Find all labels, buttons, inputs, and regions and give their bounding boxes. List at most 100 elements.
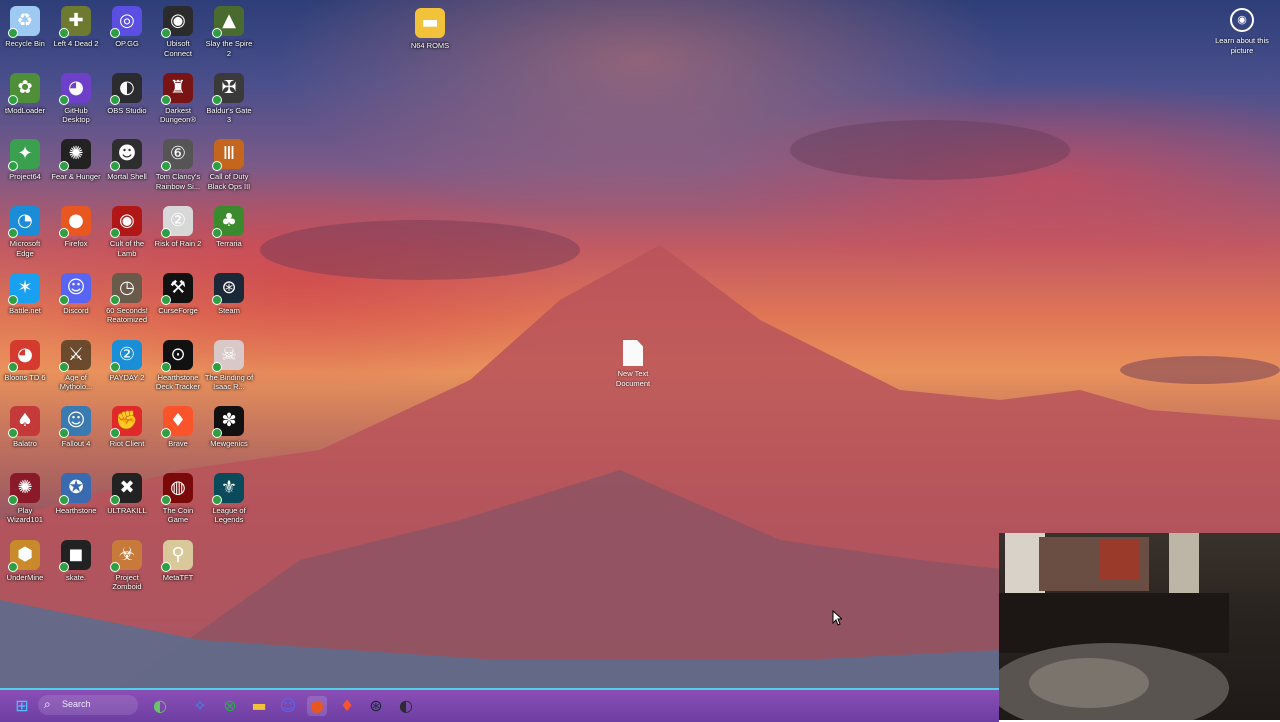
desktop-icon[interactable]: ✪ Hearthstone xyxy=(51,472,101,516)
desktop-icon[interactable]: ◐ OBS Studio xyxy=(102,72,152,116)
sync-status-icon xyxy=(110,561,120,572)
firefox-taskbar-button[interactable]: ● xyxy=(307,696,327,716)
steam-taskbar-button[interactable]: ⊛ xyxy=(366,696,386,716)
desktop-icon[interactable]: ● Firefox xyxy=(51,206,101,249)
desktop-icon[interactable]: ♜ Darkest Dungeon® xyxy=(153,72,203,125)
sync-status-icon xyxy=(110,428,120,439)
desktop-icon[interactable]: ✖ ULTRAKILL xyxy=(102,472,152,516)
discord-icon: ☺ xyxy=(279,696,297,715)
discord-taskbar-button[interactable]: ☺ xyxy=(278,696,298,716)
sync-status-icon xyxy=(8,228,18,239)
desktop-icon[interactable]: ⚲ MetaTFT xyxy=(153,539,203,583)
desktop-icon-label: Tom Clancy's Rainbow Si... xyxy=(155,172,201,191)
rainbow-six-icon: ⑥ xyxy=(161,139,193,172)
desktop-icon[interactable]: ⚒ CurseForge xyxy=(153,272,203,316)
sync-status-icon xyxy=(161,161,171,172)
desktop-icon[interactable]: ⬢ UnderMine xyxy=(0,539,50,583)
desktop-icon[interactable]: ✶ Battle.net xyxy=(0,272,50,316)
sync-status-icon xyxy=(212,28,222,38)
desktop-icon[interactable]: ☺ Discord xyxy=(51,272,101,316)
mouse-cursor-icon xyxy=(832,610,842,626)
desktop-icon[interactable]: ⊛ Steam xyxy=(204,272,254,316)
sync-status-icon xyxy=(212,94,222,105)
edge-icon: ◔ xyxy=(8,206,40,239)
text-document-icon xyxy=(623,340,643,366)
desktop-icon[interactable]: ✚ Left 4 Dead 2 xyxy=(51,6,101,49)
desktop-icon[interactable]: ② Risk of Rain 2 xyxy=(153,206,203,249)
undermine-icon: ⬢ xyxy=(8,539,40,572)
payday-icon: ② xyxy=(110,339,142,372)
desktop-icon[interactable]: ◉ Cult of the Lamb xyxy=(102,206,152,258)
desktop-icon[interactable]: ☺ Fallout 4 xyxy=(51,406,101,449)
desktop-icon-label: Project Zomboid xyxy=(112,572,142,592)
desktop-icon-label: Firefox xyxy=(64,239,88,249)
desktop-icon-label: Recycle Bin xyxy=(5,39,45,48)
desktop-icon-label: Slay the Spire 2 xyxy=(205,39,253,58)
brave-taskbar-button[interactable]: ♦ xyxy=(337,696,357,716)
desktop-icon[interactable]: ✿ tModLoader xyxy=(0,72,50,116)
desktop-icon[interactable]: ⑥ Tom Clancy's Rainbow Si... xyxy=(153,139,203,191)
desktop-icon[interactable]: ✠ Baldur's Gate 3 xyxy=(204,72,254,125)
desktop-icon[interactable]: ◉ Ubisoft Connect xyxy=(153,6,203,58)
riot-client-icon: ✊ xyxy=(110,406,142,439)
sync-status-icon xyxy=(212,428,222,439)
desktop-icon-label: ULTRAKILL xyxy=(107,505,147,515)
desktop-icon[interactable]: ◕ Bloons TD 6 xyxy=(0,339,50,383)
project-zomboid-icon: ☣ xyxy=(110,539,142,572)
widgets-button[interactable]: ◐ xyxy=(150,696,170,716)
obs-taskbar-button[interactable]: ◐ xyxy=(396,696,416,716)
learn-about-picture-button[interactable]: ◉ Learn about this picture xyxy=(1213,8,1271,56)
xbox-button[interactable]: ⊗ xyxy=(220,696,240,716)
fallout-icon: ☺ xyxy=(59,406,91,439)
folder-icon: ▬ xyxy=(415,8,445,38)
copilot-icon: ✧ xyxy=(193,696,207,715)
wizard101-icon: ✺ xyxy=(8,472,40,505)
baldurs-gate-icon: ✠ xyxy=(212,72,244,105)
desktop-icon[interactable]: ⚔ Age of Mytholo... xyxy=(51,339,101,392)
desktop-icon[interactable]: ✦ Project64 xyxy=(0,139,50,182)
file-explorer-button[interactable]: ▬ xyxy=(249,696,269,716)
desktop-icon[interactable]: ⚜ League of Legends xyxy=(204,472,254,525)
desktop-icon-label: Hearthstone Deck Tracker xyxy=(155,372,201,392)
binding-of-isaac-icon: ☠ xyxy=(212,339,244,372)
desktop-icon[interactable]: ♣ Terraria xyxy=(204,206,254,249)
desktop-icon-label: Project64 xyxy=(9,172,41,182)
sync-status-icon xyxy=(8,294,18,305)
desktop-icon[interactable]: ✺ Fear & Hunger xyxy=(51,139,101,182)
sync-status-icon xyxy=(8,494,18,505)
desktop-icon[interactable]: ♠ Balatro xyxy=(0,406,50,449)
sync-status-icon xyxy=(8,94,18,105)
desktop-icon[interactable]: ⊙ Hearthstone Deck Tracker xyxy=(153,339,203,392)
opgg-icon: ◎ xyxy=(110,6,142,38)
desktop-icon[interactable]: ◼ skate. xyxy=(51,539,101,583)
desktop-icon-label: Mortal Shell xyxy=(107,172,147,182)
brave-icon: ♦ xyxy=(161,406,193,439)
desktop-icon-label: Hearthstone xyxy=(55,505,97,515)
desktop-icon[interactable]: ◎ OP.GG xyxy=(102,6,152,49)
desktop-icon-new-text-document[interactable]: New Text Document xyxy=(607,340,659,389)
desktop-icon-label: 60 Seconds! Reatomized xyxy=(106,305,148,325)
desktop-icon[interactable]: ♻ Recycle Bin xyxy=(0,6,50,49)
desktop-icon[interactable]: ② PAYDAY 2 xyxy=(102,339,152,383)
taskbar-search-box[interactable]: ⌕ Search xyxy=(38,695,138,715)
desktop-icon[interactable]: ▲ Slay the Spire 2 xyxy=(204,6,254,58)
desktop-icon-n64-roms[interactable]: ▬ N64 ROMS xyxy=(405,8,455,51)
start-button[interactable]: ⊞ xyxy=(12,696,32,716)
desktop-icon[interactable]: ☠ The Binding of Isaac R... xyxy=(204,339,254,392)
desktop-icon[interactable]: ◔ Microsoft Edge xyxy=(0,206,50,258)
desktop-icon[interactable]: ♦ Brave xyxy=(153,406,203,449)
desktop-icon-label: Riot Client xyxy=(109,439,145,449)
desktop-icon-label: UnderMine xyxy=(6,572,44,582)
desktop-icon[interactable]: ◷ 60 Seconds! Reatomized xyxy=(102,272,152,325)
desktop-icon[interactable]: ✺ Play Wizard101 xyxy=(0,472,50,525)
desktop-icon[interactable]: Ⅲ Call of Duty Black Ops III xyxy=(204,139,254,191)
desktop-icon[interactable]: ◍ The Coin Game xyxy=(153,472,203,525)
desktop-icon[interactable]: ✊ Riot Client xyxy=(102,406,152,449)
copilot-button[interactable]: ✧ xyxy=(190,696,210,716)
sync-status-icon xyxy=(59,228,69,239)
desktop-icon[interactable]: ◕ GitHub Desktop xyxy=(51,72,101,125)
balatro-icon: ♠ xyxy=(8,406,40,439)
desktop-icon[interactable]: ☻ Mortal Shell xyxy=(102,139,152,182)
desktop-icon[interactable]: ☣ Project Zomboid xyxy=(102,539,152,592)
desktop-icon[interactable]: ✽ Mewgenics xyxy=(204,406,254,449)
